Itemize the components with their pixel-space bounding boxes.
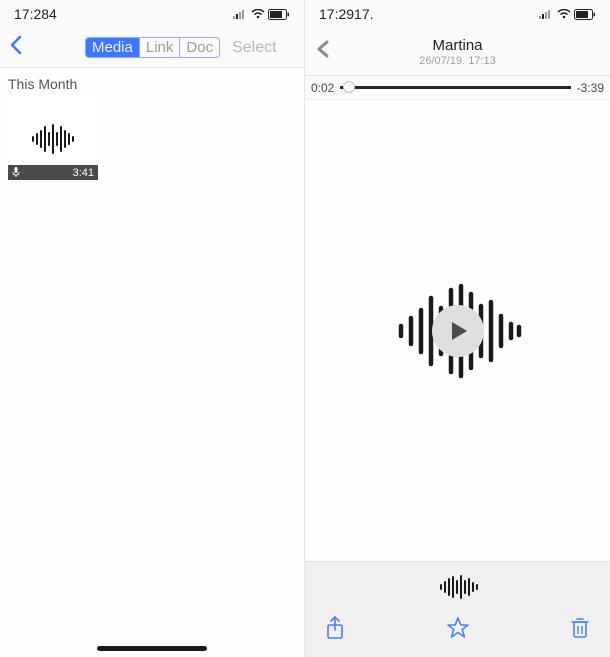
nav-bar-left: Media Link Doc Select	[0, 28, 304, 68]
trash-icon	[570, 616, 590, 640]
tab-media[interactable]: Media	[86, 38, 140, 57]
status-icons	[233, 9, 290, 20]
progress-slider[interactable]	[340, 86, 570, 89]
wifi-icon	[557, 9, 571, 19]
back-button[interactable]	[315, 39, 331, 65]
player-area	[305, 100, 610, 561]
thumbnail-footer: 3:41	[8, 165, 98, 180]
section-header: This Month	[8, 76, 296, 92]
select-button[interactable]: Select	[232, 39, 276, 57]
favorite-button[interactable]	[446, 616, 470, 645]
battery-icon	[268, 9, 290, 20]
cellular-icon	[539, 9, 554, 19]
home-indicator[interactable]	[97, 646, 207, 651]
voice-message-thumbnail[interactable]: 3:41	[8, 98, 98, 180]
status-bar-right: 17:2917.	[305, 0, 610, 28]
status-time: 17:284	[14, 6, 57, 22]
slider-thumb[interactable]	[343, 81, 355, 93]
contact-header: Martina 26/07/19. 17:13	[331, 37, 584, 67]
share-button[interactable]	[325, 616, 345, 645]
share-icon	[325, 616, 345, 640]
delete-button[interactable]	[570, 616, 590, 645]
waveform-icon	[435, 573, 481, 601]
status-time: 17:2917.	[319, 6, 374, 22]
elapsed-time: 0:02	[311, 81, 334, 95]
segment-control: Media Link Doc	[85, 37, 220, 58]
mic-icon	[12, 167, 20, 178]
thumbnail-duration: 3:41	[73, 167, 94, 179]
wifi-icon	[251, 9, 265, 19]
attachment-preview[interactable]	[435, 573, 481, 606]
bottom-toolbar	[305, 561, 610, 657]
playback-progress: 0:02 -3:39	[305, 76, 610, 100]
cellular-icon	[233, 9, 248, 19]
waveform-icon	[25, 119, 81, 159]
play-button[interactable]	[432, 305, 484, 357]
tab-link[interactable]: Link	[140, 38, 181, 57]
tab-doc[interactable]: Doc	[180, 38, 219, 57]
media-grid: This Month	[0, 68, 304, 657]
contact-name: Martina	[331, 37, 584, 54]
remaining-time: -3:39	[577, 81, 604, 95]
back-button[interactable]	[8, 34, 24, 61]
play-icon	[445, 318, 471, 344]
message-timestamp: 26/07/19. 17:13	[331, 55, 584, 67]
star-icon	[446, 616, 470, 640]
battery-icon	[574, 9, 596, 20]
nav-bar-right: Martina 26/07/19. 17:13	[305, 28, 610, 76]
status-bar-left: 17:284	[0, 0, 304, 28]
status-icons	[539, 9, 596, 20]
